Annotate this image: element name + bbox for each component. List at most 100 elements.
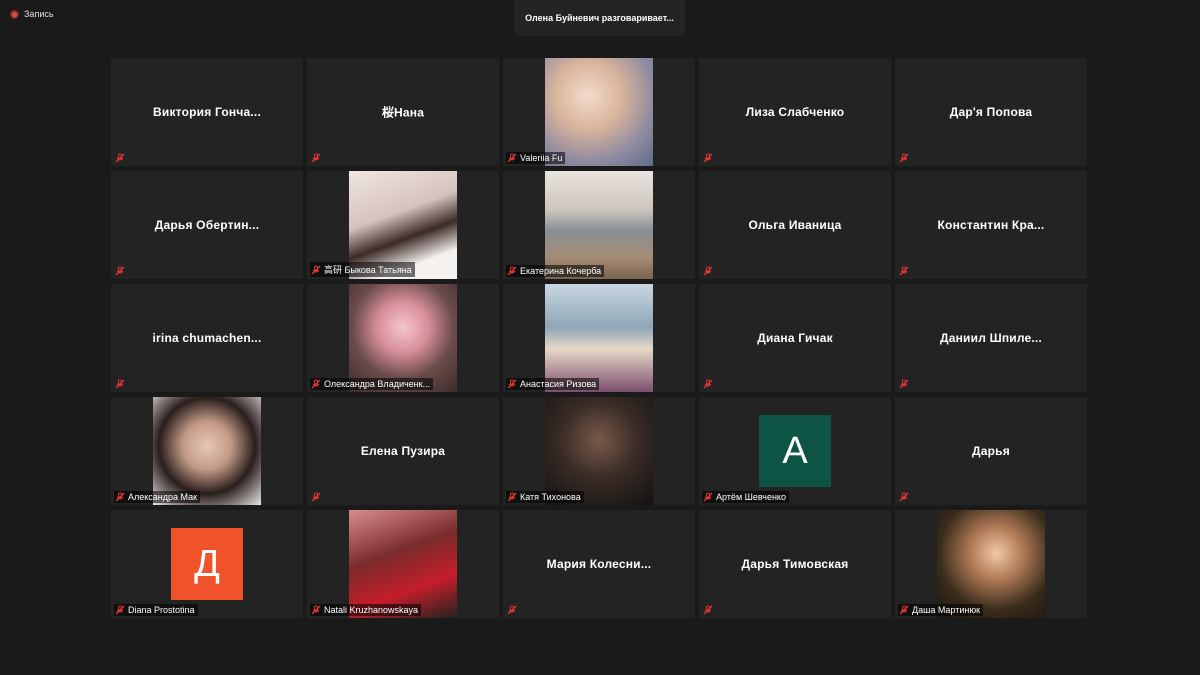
participant-label	[898, 491, 912, 503]
participant-name: Дарья	[972, 444, 1010, 458]
participant-label-text: Олександра Владиченк...	[324, 379, 431, 389]
participant-label-text: Diana Prostotina	[128, 605, 195, 615]
participant-tile[interactable]: Анастасия Ризова	[503, 284, 695, 392]
participant-name: Дарья Обертин...	[154, 218, 260, 232]
participant-video	[545, 171, 653, 279]
participant-name: Мария Колесни...	[546, 557, 652, 571]
mic-muted-icon	[703, 492, 713, 502]
participant-tile[interactable]: Дарья Обертин...	[111, 171, 303, 279]
gallery-grid: Виктория Гонча... 桜Нана Valeriia Fu Лиза Сл…	[111, 58, 1087, 618]
participant-label: Valeriia Fu	[506, 152, 566, 164]
participant-label	[898, 265, 912, 277]
participant-tile[interactable]: Д Diana Prostotina	[111, 510, 303, 618]
participant-label	[702, 265, 716, 277]
mic-muted-icon	[899, 605, 909, 615]
participant-label	[114, 378, 128, 390]
participant-tile[interactable]: 桜Нана	[307, 58, 499, 166]
participant-video	[153, 397, 261, 505]
avatar-letter: Д	[194, 542, 220, 585]
participant-tile[interactable]: Виктория Гонча...	[111, 58, 303, 166]
participant-label: Даша Мартинюк	[898, 604, 984, 616]
participant-label	[898, 378, 912, 390]
mic-muted-icon	[311, 379, 321, 389]
participant-label: Natali Kruzhanowskaya	[310, 604, 422, 616]
participant-tile[interactable]: Дар'я Попова	[895, 58, 1087, 166]
mic-muted-icon	[507, 153, 517, 163]
participant-name: 桜Нана	[381, 105, 425, 120]
mic-muted-icon	[115, 492, 125, 502]
participant-tile[interactable]: Дарья	[895, 397, 1087, 505]
participant-name: Дарья Тимовская	[741, 557, 849, 571]
recording-label: Запись	[24, 9, 54, 19]
participant-label: 高研 Быкова Татьяна	[310, 262, 415, 277]
active-speaker-banner: Олена Буйневич разговаривает...	[514, 0, 685, 36]
participant-tile[interactable]: Лиза Слабченко	[699, 58, 891, 166]
participant-tile[interactable]: 高研 Быкова Татьяна	[307, 171, 499, 279]
participant-video	[545, 284, 653, 392]
participant-label-text: Valeriia Fu	[520, 153, 563, 163]
participant-avatar: A	[759, 415, 831, 487]
mic-muted-icon	[311, 265, 321, 275]
participant-video	[349, 284, 457, 392]
participant-tile[interactable]: Константин Кра...	[895, 171, 1087, 279]
participant-tile[interactable]: Катя Тихонова	[503, 397, 695, 505]
participant-label: Анастасия Ризова	[506, 378, 600, 390]
participant-tile[interactable]: A Артём Шевченко	[699, 397, 891, 505]
participant-tile[interactable]: Диана Гичак	[699, 284, 891, 392]
participant-tile[interactable]: Ольга Иваница	[699, 171, 891, 279]
participant-tile[interactable]: Олександра Владиченк...	[307, 284, 499, 392]
mic-muted-icon	[507, 605, 517, 615]
participant-name: Лиза Слабченко	[745, 105, 845, 119]
participant-label	[506, 604, 520, 616]
mic-muted-icon	[507, 379, 517, 389]
participant-video	[545, 58, 653, 166]
recording-indicator[interactable]: Запись	[10, 9, 54, 19]
participant-label	[310, 152, 324, 164]
participant-name: Диана Гичак	[757, 331, 833, 345]
participant-label-text: Артём Шевченко	[716, 492, 786, 502]
participant-label	[114, 152, 128, 164]
participant-label-text: Александра Мак	[128, 492, 198, 502]
mic-muted-icon	[311, 153, 321, 163]
participant-label: Александра Мак	[114, 491, 201, 503]
participant-video	[937, 510, 1045, 618]
mic-muted-icon	[507, 492, 517, 502]
participant-name: Виктория Гонча...	[153, 105, 261, 119]
participant-avatar: Д	[171, 528, 243, 600]
participant-label: Олександра Владиченк...	[310, 378, 434, 390]
participant-tile[interactable]: Екатерина Кочерба	[503, 171, 695, 279]
mic-muted-icon	[703, 379, 713, 389]
participant-label: Артём Шевченко	[702, 491, 789, 503]
participant-name: Даниил Шпиле...	[939, 331, 1042, 345]
participant-name: Дар'я Попова	[949, 105, 1033, 119]
participant-label-text: 高研 Быкова Татьяна	[324, 265, 412, 275]
mic-muted-icon	[899, 492, 909, 502]
participant-tile[interactable]: Дарья Тимовская	[699, 510, 891, 618]
participant-name: Константин Кра...	[937, 218, 1045, 232]
participant-label: Diana Prostotina	[114, 604, 198, 616]
mic-muted-icon	[703, 153, 713, 163]
participant-tile[interactable]: Natali Kruzhanowskaya	[307, 510, 499, 618]
mic-muted-icon	[703, 605, 713, 615]
participant-tile[interactable]: Valeriia Fu	[503, 58, 695, 166]
participant-label: Екатерина Кочерба	[506, 265, 605, 277]
record-dot-icon	[10, 9, 19, 19]
mic-muted-icon	[899, 379, 909, 389]
participant-tile[interactable]: Елена Пузира	[307, 397, 499, 505]
mic-muted-icon	[899, 153, 909, 163]
participant-video	[349, 510, 457, 618]
participant-label-text: Natali Kruzhanowskaya	[324, 605, 419, 615]
participant-tile[interactable]: Даша Мартинюк	[895, 510, 1087, 618]
mic-muted-icon	[507, 266, 517, 276]
participant-label	[702, 378, 716, 390]
participant-tile[interactable]: Даниил Шпиле...	[895, 284, 1087, 392]
participant-tile[interactable]: Мария Колесни...	[503, 510, 695, 618]
active-speaker-text: Олена Буйневич разговаривает...	[525, 13, 674, 23]
participant-tile[interactable]: Александра Мак	[111, 397, 303, 505]
participant-name: Елена Пузира	[360, 444, 446, 458]
mic-muted-icon	[115, 605, 125, 615]
participant-label	[898, 152, 912, 164]
participant-label-text: Даша Мартинюк	[912, 605, 981, 615]
participant-tile[interactable]: irina chumachen...	[111, 284, 303, 392]
mic-muted-icon	[115, 379, 125, 389]
